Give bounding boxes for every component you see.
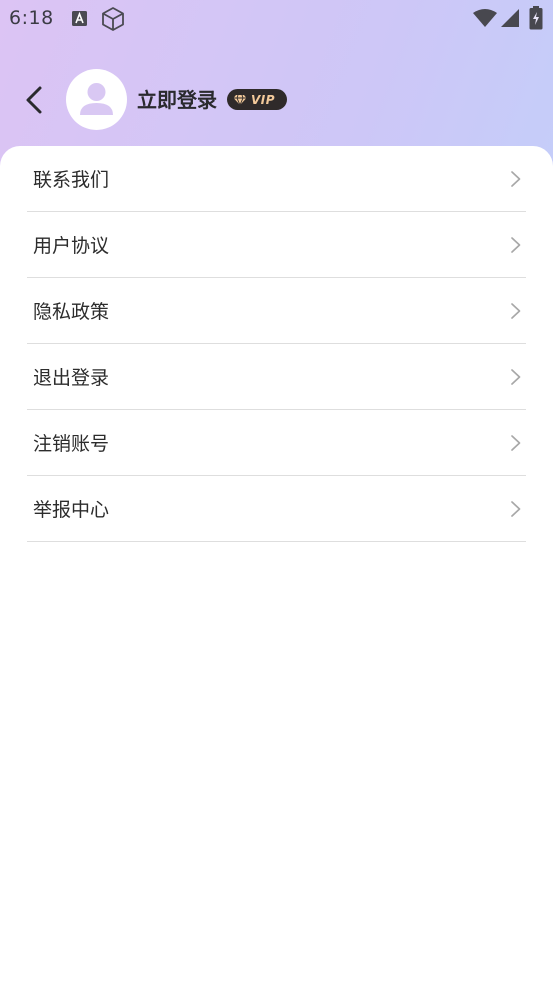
menu-item-logout[interactable]: 退出登录	[27, 344, 526, 410]
menu-item-label: 隐私政策	[33, 301, 110, 323]
chevron-right-icon	[511, 302, 521, 319]
signal-icon	[500, 8, 520, 32]
vip-label: VIP	[251, 92, 276, 107]
chevron-right-icon	[511, 434, 521, 451]
cube-icon	[101, 6, 125, 36]
font-a-icon	[71, 10, 88, 31]
header: 立即登录 VIP	[0, 60, 553, 140]
menu-item-label: 注销账号	[33, 433, 110, 455]
chevron-right-icon	[511, 236, 521, 253]
user-avatar-icon	[80, 83, 113, 115]
vip-badge: VIP	[227, 89, 287, 110]
avatar[interactable]	[66, 69, 127, 130]
chevron-right-icon	[511, 500, 521, 517]
status-bar: 6:18	[0, 0, 553, 38]
menu-item-report-center[interactable]: 举报中心	[27, 476, 526, 542]
menu-item-delete-account[interactable]: 注销账号	[27, 410, 526, 476]
menu-item-label: 联系我们	[33, 169, 110, 191]
menu-item-privacy-policy[interactable]: 隐私政策	[27, 278, 526, 344]
menu-item-label: 举报中心	[33, 499, 110, 521]
back-button[interactable]	[18, 80, 52, 120]
diamond-icon	[233, 94, 247, 106]
chevron-right-icon	[511, 170, 521, 187]
wifi-icon	[472, 8, 498, 32]
settings-card: 联系我们 用户协议 隐私政策 退出登录 注销账号 举报中心	[0, 146, 553, 984]
status-time: 6:18	[9, 7, 54, 29]
menu-item-user-agreement[interactable]: 用户协议	[27, 212, 526, 278]
battery-charging-icon	[529, 6, 543, 34]
menu-item-label: 退出登录	[33, 367, 110, 389]
menu-item-contact-us[interactable]: 联系我们	[27, 146, 526, 212]
login-link[interactable]: 立即登录	[137, 86, 217, 114]
menu-item-label: 用户协议	[33, 235, 110, 257]
chevron-right-icon	[511, 368, 521, 385]
chevron-left-icon	[26, 86, 42, 114]
menu-list: 联系我们 用户协议 隐私政策 退出登录 注销账号 举报中心	[27, 146, 526, 542]
